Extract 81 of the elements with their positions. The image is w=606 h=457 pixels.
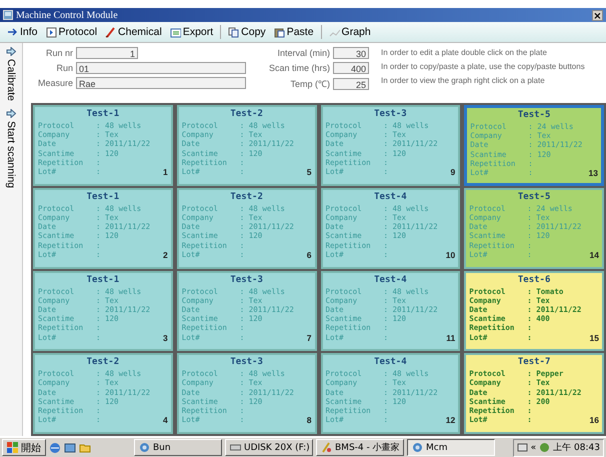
plate-number: 3 <box>163 332 168 343</box>
info-icon <box>7 26 18 38</box>
window-title: Machine Control Module <box>16 10 119 20</box>
taskbar-button[interactable]: BMS-4 - 小畫家 <box>316 439 404 456</box>
field-label: Interval (min) <box>276 48 330 58</box>
plate-number: 14 <box>590 250 599 260</box>
protocol-button[interactable]: Protocol <box>42 25 100 39</box>
plate-number: 13 <box>588 168 598 178</box>
plate-number: 15 <box>590 332 599 343</box>
input-field[interactable]: 1 <box>76 47 138 59</box>
input-field[interactable]: Rae <box>76 77 246 89</box>
sidebar-tab[interactable]: Start scanning <box>5 109 17 188</box>
start-button[interactable]: 開始 <box>2 439 46 456</box>
paintbrush-icon <box>321 442 332 453</box>
plate-title: Test-4 <box>374 356 407 370</box>
hint-text: In order to copy/paste a plate, use the copy/paste buttons <box>381 62 585 71</box>
field-label: Scan time (hrs) <box>269 63 330 73</box>
tray-expand-button[interactable]: « <box>530 442 536 452</box>
graph-button[interactable]: Graph <box>326 25 374 39</box>
copy-icon <box>228 26 240 38</box>
chemical-button[interactable]: Chemical <box>102 25 165 39</box>
plate-title: Test-6 <box>518 274 550 286</box>
plate-number: 8 <box>306 415 312 426</box>
protocol-icon <box>46 26 57 38</box>
input-field[interactable]: 25 <box>333 78 370 90</box>
plate-number: 16 <box>590 415 599 426</box>
plate-title: Test-4 <box>374 190 407 204</box>
drive-icon <box>230 442 241 453</box>
arrow-icon <box>6 47 16 56</box>
hint-text: In order to view the graph right click on a plate <box>381 76 546 85</box>
input-field[interactable]: 400 <box>333 62 370 74</box>
hint-text: In order to edit a plate double click on the plate <box>381 48 548 57</box>
network-icon <box>516 442 528 453</box>
field-label: Measure <box>36 78 73 88</box>
plate-title: Test-5 <box>518 109 550 122</box>
plate-title: Test-1 <box>86 274 120 286</box>
field-label: Run nr <box>44 48 73 58</box>
plate-title: Test-4 <box>374 274 407 286</box>
plate-title: Test-2 <box>230 190 263 204</box>
plate-number: 6 <box>306 250 312 260</box>
plate-title: Test-2 <box>230 108 263 121</box>
clock-text: 上午 08:43 <box>553 442 600 454</box>
paste-icon <box>274 26 285 38</box>
field-label: Temp (℃) <box>290 78 330 90</box>
taskbar-button[interactable]: Mcm <box>407 439 495 456</box>
plate-number: 9 <box>450 167 456 178</box>
plate-title: Test-5 <box>518 190 550 204</box>
plate-title: Test-1 <box>86 108 120 121</box>
plate-title: Test-3 <box>230 356 263 370</box>
app-icon <box>139 442 150 453</box>
desktop-icon[interactable] <box>64 442 76 454</box>
plate-number: 10 <box>446 250 456 260</box>
info-button[interactable]: Info <box>4 25 41 39</box>
app-icon <box>412 442 423 453</box>
plate-title: Test-3 <box>374 108 407 121</box>
sidebar-tab[interactable]: Calibrate <box>5 47 17 102</box>
copy-button[interactable]: Copy <box>225 25 269 39</box>
app-icon <box>3 10 13 20</box>
plate-number: 12 <box>446 415 456 426</box>
field-label: Run <box>55 63 73 73</box>
taskbar-button[interactable]: Bun <box>134 439 222 456</box>
arrow-icon <box>6 109 16 118</box>
tray-app-icon <box>539 442 550 453</box>
folder-icon[interactable] <box>79 442 91 454</box>
plate-number: 1 <box>163 167 168 178</box>
close-button[interactable]: × <box>592 10 603 20</box>
plate-title: Test-3 <box>230 274 263 286</box>
plate-number: 7 <box>306 332 312 343</box>
plate-number: 11 <box>446 332 456 343</box>
plate-title: Test-2 <box>86 356 120 370</box>
taskbar-button[interactable]: UDISK 20X (F:) <box>225 439 313 456</box>
input-field[interactable]: 01 <box>76 62 246 74</box>
paste-button[interactable]: Paste <box>270 25 317 39</box>
plate-title: Test-1 <box>86 190 120 204</box>
plate-number: 4 <box>163 415 168 426</box>
windows-flag-icon <box>7 442 18 453</box>
input-field[interactable]: 30 <box>333 47 370 59</box>
plate-title: Test-7 <box>518 356 550 370</box>
plate-number: 5 <box>306 167 312 178</box>
plate-number: 2 <box>163 250 168 260</box>
export-button[interactable]: Export <box>166 25 216 39</box>
